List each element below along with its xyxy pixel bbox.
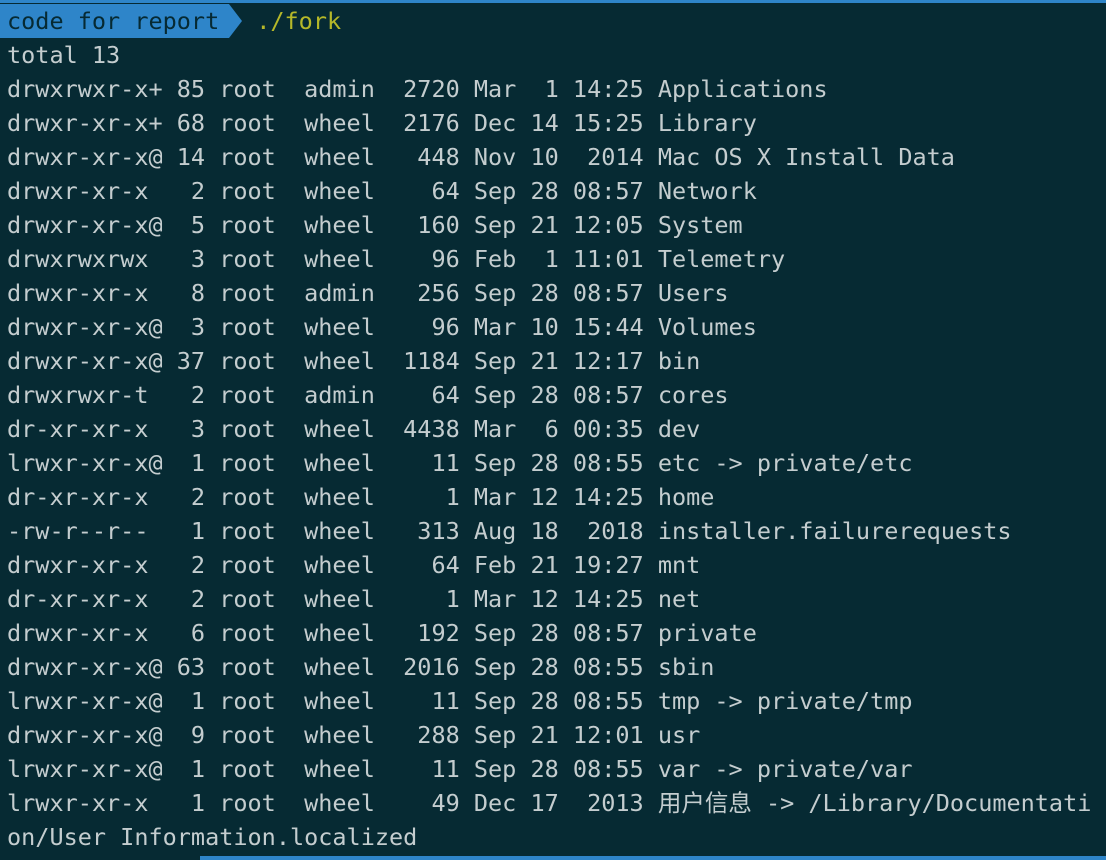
output-line: dr-xr-xr-x 2 root wheel 1 Mar 12 14:25 n…	[7, 585, 701, 613]
output-line: drwxr-xr-x 8 root admin 256 Sep 28 08:57…	[7, 279, 729, 307]
output-line: dr-xr-xr-x 3 root wheel 4438 Mar 6 00:35…	[7, 415, 701, 443]
output-line: drwxr-xr-x 2 root wheel 64 Sep 28 08:57 …	[7, 177, 757, 205]
output-line: drwxrwxr-x+ 85 root admin 2720 Mar 1 14:…	[7, 75, 828, 103]
prompt-segment: code for report	[0, 4, 230, 38]
output-line: lrwxr-xr-x@ 1 root wheel 11 Sep 28 08:55…	[7, 449, 913, 477]
output-line: dr-xr-xr-x 2 root wheel 1 Mar 12 14:25 h…	[7, 483, 715, 511]
prompt-command: ./fork	[256, 7, 342, 35]
output-line: drwxrwxr-t 2 root admin 64 Sep 28 08:57 …	[7, 381, 729, 409]
output-line: drwxr-xr-x 2 root wheel 64 Feb 21 19:27 …	[7, 551, 701, 579]
output-line: drwxr-xr-x+ 68 root wheel 2176 Dec 14 15…	[7, 109, 757, 137]
prompt-line: code for report ./fork	[0, 4, 341, 38]
output-line: lrwxr-xr-x 1 root wheel 49 Dec 17 2013 用…	[7, 789, 1092, 817]
output-line: drwxr-xr-x@ 37 root wheel 1184 Sep 21 12…	[7, 347, 701, 375]
prompt-segment-label: code for report	[7, 7, 220, 35]
top-edge	[0, 0, 1106, 3]
output-line: drwxr-xr-x 6 root wheel 192 Sep 28 08:57…	[7, 619, 757, 647]
output-line: -rw-r--r-- 1 root wheel 313 Aug 18 2018 …	[7, 517, 1012, 545]
output-line: drwxr-xr-x@ 14 root wheel 448 Nov 10 201…	[7, 143, 955, 171]
bottom-edge	[200, 856, 1106, 860]
output-line: total 13	[7, 41, 121, 69]
output-line: lrwxr-xr-x@ 1 root wheel 11 Sep 28 08:55…	[7, 687, 913, 715]
output-line: drwxr-xr-x@ 63 root wheel 2016 Sep 28 08…	[7, 653, 715, 681]
output-line: drwxr-xr-x@ 5 root wheel 160 Sep 21 12:0…	[7, 211, 743, 239]
output-line: on/User Information.localized	[7, 823, 418, 851]
output-line: drwxrwxrwx 3 root wheel 96 Feb 1 11:01 T…	[7, 245, 786, 273]
output-line: drwxr-xr-x@ 3 root wheel 96 Mar 10 15:44…	[7, 313, 757, 341]
terminal-output: total 13 drwxrwxr-x+ 85 root admin 2720 M…	[7, 38, 1091, 854]
output-line: drwxr-xr-x@ 9 root wheel 288 Sep 21 12:0…	[7, 721, 701, 749]
output-line: lrwxr-xr-x@ 1 root wheel 11 Sep 28 08:55…	[7, 755, 913, 783]
prompt-arrow-icon	[229, 4, 243, 38]
